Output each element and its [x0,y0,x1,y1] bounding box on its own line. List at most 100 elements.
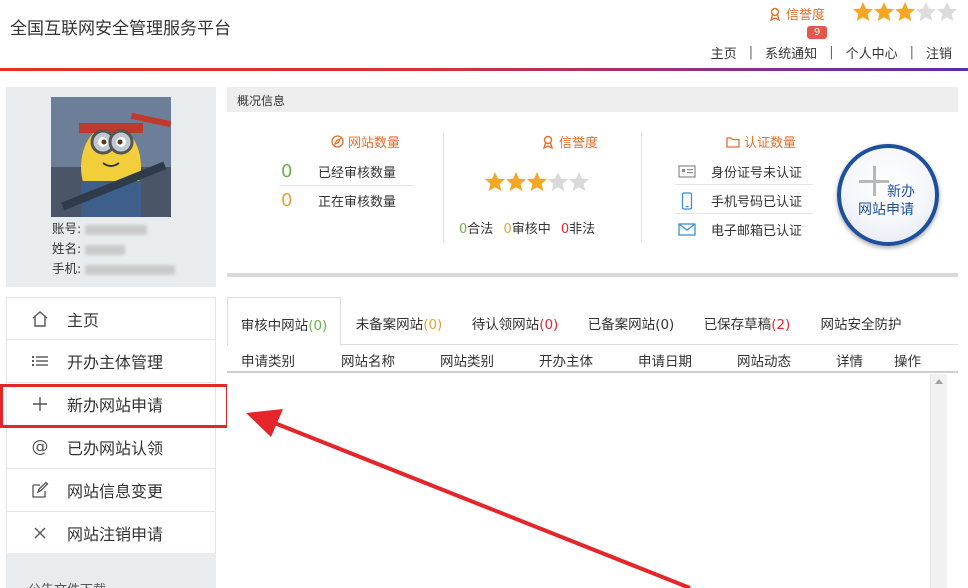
tab-label: 审核中网站 [240,318,309,334]
cert-title-label: 认证数量 [744,136,797,151]
nav-separator: | [748,45,754,60]
table-body [227,374,958,588]
account-value-blurred [85,224,148,235]
column-divider [443,132,444,242]
cert-title: 认证数量 [726,132,796,151]
sidebar-item-label: 主页 [67,310,100,330]
nav-notify-link[interactable]: 系统通知 9 [765,26,828,62]
new-site-button-line2: 网站申请 [858,202,914,218]
phone-value-blurred [85,264,176,275]
phone-row: 手机: [52,259,176,279]
phone-label: 手机: [52,261,82,276]
column-header: 申请类别 [241,354,295,370]
sidebar-item-site-cancellation[interactable]: 网站注销申请 [6,512,216,555]
header-credit: 信誉度 [768,4,825,23]
tab-label: 待认领网站 [471,317,540,333]
column-header: 网站名称 [341,354,395,370]
star-filled-icon [895,2,915,21]
tab-filed-sites[interactable]: 已备案网站(0) [573,297,689,345]
profile-fields: 账号: 姓名: 手机: [52,219,176,279]
annotation-highlight-box [0,384,229,428]
plus-icon [859,166,889,196]
column-header: 开办主体 [539,354,593,370]
illegal-count: 0 [560,222,570,237]
table-header: 申请类别 网站名称 网站类别 开办主体 申请日期 网站动态 详情 操作 [227,346,958,373]
tab-count: (0) [539,317,559,333]
star-empty-icon [937,2,957,21]
overview-panel: 概况信息 网站数量 0 已经审核数量 0 正在审核数量 信誉度 0合法 0审核中… [227,87,958,277]
table-scrollbar[interactable] [930,374,947,588]
tab-label: 已备案网站 [587,317,656,333]
sidebar-item-label: 网站信息变更 [67,482,164,501]
tab-count: (0) [655,317,675,333]
overview-bottom-bar [227,273,958,277]
column-header: 详情 [836,354,863,370]
column-header: 操作 [894,354,921,370]
tab-to-claim-sites[interactable]: 待认领网站(0) [457,297,573,345]
notify-count-badge: 9 [807,26,828,39]
sidebar-item-label: 网站注销申请 [67,525,164,544]
tab-count: (2) [771,317,791,333]
sidebar-item-home[interactable]: 主页 [6,297,216,340]
award-icon [542,135,554,149]
tab-label: 未备案网站 [355,317,424,333]
account-row: 账号: [52,219,175,239]
site-title: 全国互联网安全管理服务平台 [10,19,231,39]
tab-reviewing-sites[interactable]: 审核中网站(0) [227,297,341,346]
tab-count: (0) [423,317,443,333]
list-icon [29,352,51,370]
credit-stats: 0合法 0审核中 0非法 [459,218,595,237]
column-header: 网站类别 [440,354,494,370]
nav-separator: | [909,45,914,60]
compass-icon [331,135,344,148]
row-divider [675,184,813,185]
tab-count: (0) [308,318,328,334]
star-empty-icon [916,2,936,21]
top-header: 全国互联网安全管理服务平台 信誉度 主页 | 系统通知 9 | 个人中心 | 注… [0,0,968,68]
star-filled-icon [506,172,526,191]
auditing-count: 0 [503,222,512,237]
illegal-label: 非法 [569,222,596,237]
sidebar-extra-section: 公告文件下载 [6,553,216,588]
tab-label: 网站安全防护 [820,317,902,333]
cert-label: 手机号码已认证 [711,195,803,210]
reviewed-label: 已经审核数量 [318,166,397,181]
new-site-button-line1: 新办 [887,184,915,200]
phone-icon [677,191,697,210]
tab-label: 已保存草稿 [703,317,772,333]
tab-site-security[interactable]: 网站安全防护 [805,297,917,345]
edit-icon [29,481,51,499]
header-credit-label: 信誉度 [786,8,826,23]
sidebar-item-label: 开办主体管理 [67,353,164,372]
nav-home-link[interactable]: 主页 [711,43,737,62]
home-icon [29,310,51,328]
cert-row-idcard: 身份证号未认证 [677,162,802,181]
nav-logout-link[interactable]: 注销 [926,43,952,62]
site-tabs: 审核中网站(0) 未备案网站(0) 待认领网站(0) 已备案网站(0) 已保存草… [227,297,958,346]
account-label: 账号: [52,221,82,236]
reviewing-count-row: 0 正在审核数量 [281,190,396,211]
credit-stars [484,171,590,197]
sidebar-item-site-info-change[interactable]: 网站信息变更 [6,469,216,512]
credit-title: 信誉度 [541,132,598,151]
sidebar-item-entity-management[interactable]: 开办主体管理 [6,340,216,383]
top-nav: 主页 | 系统通知 9 | 个人中心 | 注销 [711,26,952,62]
sidebar-item-claim-site[interactable]: @ 已办网站认领 [6,426,216,469]
nav-separator: | [829,45,834,60]
column-header: 申请日期 [638,354,692,370]
star-filled-icon [485,172,505,191]
id-card-icon [677,165,697,178]
tab-saved-drafts[interactable]: 已保存草稿(2) [689,297,805,345]
overview-title: 概况信息 [227,87,958,112]
award-icon [769,7,781,21]
nav-notify-label[interactable]: 系统通知 [765,47,817,62]
auditing-label: 审核中 [511,222,551,237]
scroll-up-arrow-icon[interactable] [935,379,943,384]
avatar[interactable] [51,97,171,217]
new-site-application-button[interactable]: 新办 网站申请 [837,144,939,246]
nav-profile-link[interactable]: 个人中心 [846,43,898,62]
legal-label: 合法 [467,222,494,237]
announcement-download-label[interactable]: 公告文件下载 [28,579,106,588]
tab-unfiled-sites[interactable]: 未备案网站(0) [341,297,457,345]
reviewing-label: 正在审核数量 [318,195,397,210]
